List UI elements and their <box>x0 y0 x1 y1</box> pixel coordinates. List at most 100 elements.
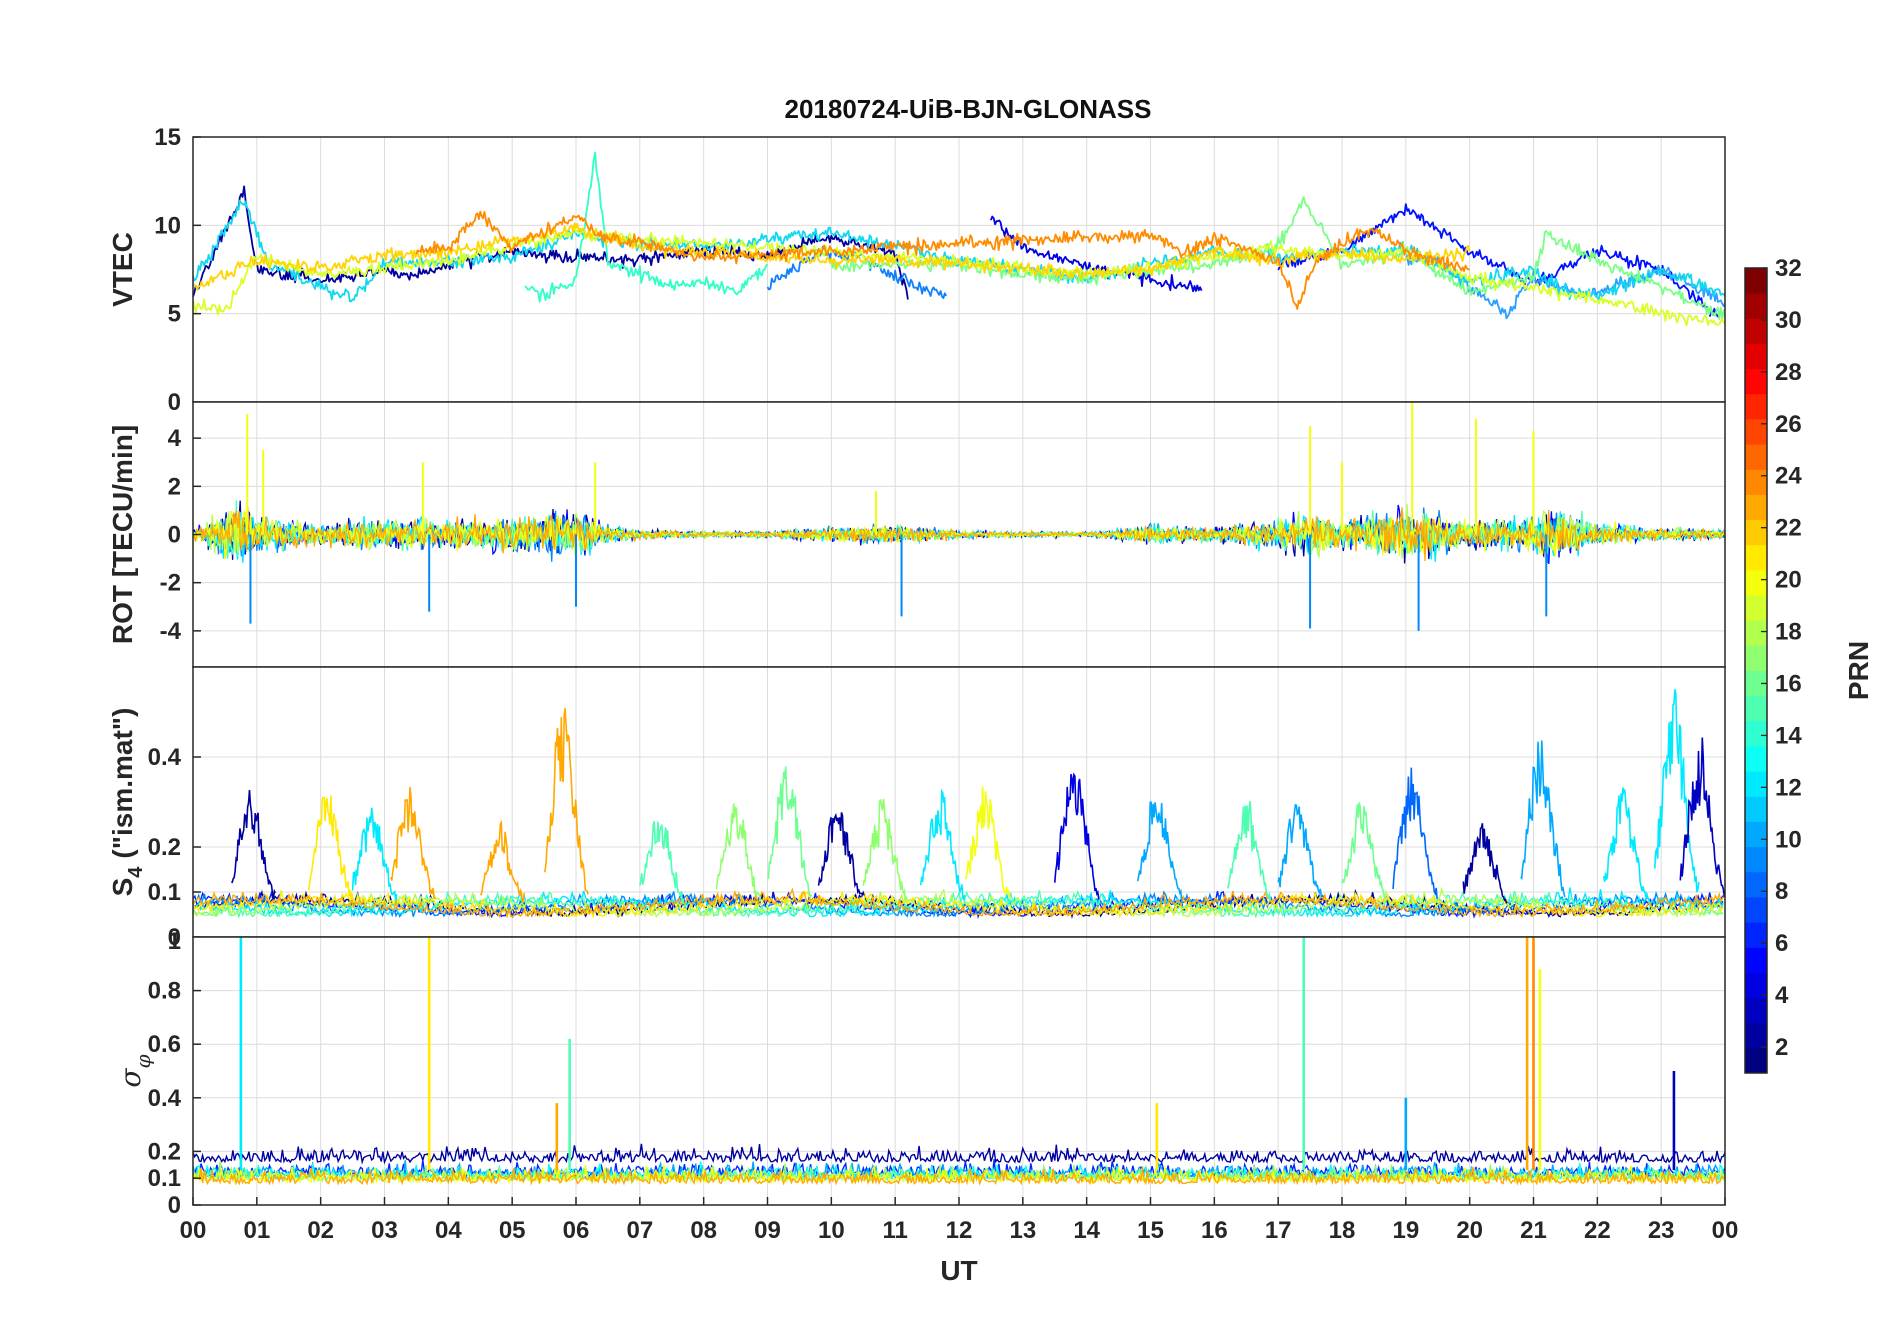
y-tick-label: 0 <box>168 522 181 549</box>
x-tick-label: 22 <box>1584 1217 1611 1244</box>
x-axis-label: UT <box>940 1255 977 1286</box>
chart-title: 20180724-UiB-BJN-GLONASS <box>784 94 1151 124</box>
colorbar-swatch <box>1745 268 1767 294</box>
y-label-main: S <box>107 878 138 897</box>
x-tick-label: 05 <box>499 1217 526 1244</box>
chart-figure: 20180724-UiB-BJN-GLONASS 051015VTEC-4-20… <box>107 94 1874 1286</box>
colorbar-label: PRN <box>1843 641 1874 700</box>
colorbar-tick-label: 6 <box>1775 930 1788 957</box>
y-tick-label: 0.8 <box>148 978 181 1005</box>
colorbar-swatch <box>1745 444 1767 470</box>
x-tick-label: 00 <box>1712 1217 1739 1244</box>
y-tick-label: 2 <box>168 473 181 500</box>
y-tick-label: 0.4 <box>148 1085 182 1112</box>
x-tick-label: 01 <box>243 1217 270 1244</box>
colorbar-swatch <box>1745 871 1767 898</box>
y-tick-label: -2 <box>160 570 181 597</box>
colorbar-swatch <box>1745 821 1767 848</box>
y-axis-label: S4 ("ism.mat") <box>107 708 147 897</box>
colorbar-tick-label: 30 <box>1775 307 1802 334</box>
colorbar-tick-label: 20 <box>1775 567 1802 594</box>
colorbar-swatch <box>1745 846 1767 873</box>
colorbar-tick-label: 26 <box>1775 411 1802 438</box>
x-tick-label: 21 <box>1520 1217 1547 1244</box>
colorbar-tick-label: 16 <box>1775 670 1802 697</box>
colorbar-swatch <box>1745 343 1767 370</box>
colorbar-swatch <box>1745 771 1767 797</box>
colorbar-tick-label: 2 <box>1775 1034 1788 1061</box>
y-tick-label: 0 <box>168 1192 181 1219</box>
colorbar-swatch <box>1745 519 1767 546</box>
y-tick-label: 0.1 <box>148 1165 181 1192</box>
colorbar-swatch <box>1745 494 1767 521</box>
y-tick-label: 15 <box>154 124 181 151</box>
colorbar-tick-label: 4 <box>1775 982 1789 1009</box>
colorbar-swatch <box>1745 1022 1767 1049</box>
x-tick-label: 18 <box>1329 1217 1356 1244</box>
x-tick-label: 04 <box>435 1217 462 1244</box>
x-tick-label: 23 <box>1648 1217 1675 1244</box>
y-tick-label: 0.2 <box>148 1138 181 1165</box>
x-tick-label: 13 <box>1009 1217 1036 1244</box>
colorbar: 2468101214161820222426283032PRN <box>1744 255 1874 1074</box>
colorbar-tick-label: 18 <box>1775 619 1802 646</box>
colorbar-tick-label: 22 <box>1775 515 1802 542</box>
colorbar-swatch <box>1745 544 1767 571</box>
y-tick-label: 4 <box>168 425 182 452</box>
colorbar-tick-label: 24 <box>1775 463 1802 490</box>
y-axis-label: VTEC <box>107 232 138 307</box>
x-tick-label: 07 <box>626 1217 653 1244</box>
x-tick-label: 09 <box>754 1217 781 1244</box>
panel-4: 00.10.2 0.4 0.6 0.8 1 σφ <box>114 928 1726 1219</box>
colorbar-swatch <box>1745 997 1767 1024</box>
x-tick-label: 02 <box>307 1217 334 1244</box>
y-tick-label: -4 <box>160 618 182 645</box>
y-tick-label-top: 1 <box>168 928 181 955</box>
colorbar-swatch <box>1745 393 1767 420</box>
colorbar-swatch <box>1745 318 1767 344</box>
colorbar-swatch <box>1745 595 1767 621</box>
colorbar-swatch <box>1745 469 1767 495</box>
colorbar-swatch <box>1745 293 1767 319</box>
y-label-rest: ("ism.mat") <box>107 708 138 859</box>
x-tick-label: 10 <box>818 1217 845 1244</box>
x-tick-label: 17 <box>1265 1217 1292 1244</box>
colorbar-tick-label: 8 <box>1775 878 1788 905</box>
x-tick-label: 11 <box>882 1217 907 1244</box>
colorbar-swatch <box>1745 418 1767 445</box>
colorbar-swatch <box>1745 947 1767 973</box>
colorbar-swatch <box>1745 745 1767 772</box>
colorbar-tick-label: 28 <box>1775 359 1802 386</box>
panel-2: -4 -2 0 2 4 ROT [TECU/min] <box>107 401 1726 668</box>
colorbar-swatch <box>1745 796 1767 822</box>
y-axis-label: σφ <box>114 1054 155 1087</box>
y-tick-label: 10 <box>154 212 181 239</box>
x-tick-label: 06 <box>563 1217 590 1244</box>
panels: 051015VTEC-4-2024ROT [TECU/min]00.10.20.… <box>107 124 1726 1219</box>
colorbar-swatch <box>1745 645 1767 671</box>
x-tick-label: 20 <box>1456 1217 1483 1244</box>
y-tick-label: 0.1 <box>148 879 181 906</box>
colorbar-tick-label: 10 <box>1775 826 1802 853</box>
x-tick-label: 00 <box>180 1217 207 1244</box>
x-tick-label: 15 <box>1137 1217 1164 1244</box>
y-tick-label: 0.2 <box>148 834 181 861</box>
colorbar-swatch <box>1745 972 1767 999</box>
x-tick-label: 14 <box>1073 1217 1100 1244</box>
y-tick-label: 5 <box>168 301 181 328</box>
x-tick-label: 19 <box>1392 1217 1419 1244</box>
panel-3: 00.10.20.4S4("ism.mat") <box>107 666 1726 951</box>
panel-1: 0 5 10 15 VTEC <box>107 124 1726 416</box>
colorbar-swatch <box>1745 620 1767 646</box>
y-axis-label: ROT [TECU/min] <box>107 425 138 644</box>
colorbar-swatch <box>1745 922 1767 948</box>
x-tick-label: 12 <box>946 1217 973 1244</box>
colorbar-swatch <box>1745 896 1767 923</box>
y-label-main: σ <box>114 1068 147 1088</box>
y-tick-label: 0 <box>168 389 181 416</box>
y-tick-label: 0.6 <box>148 1031 181 1058</box>
x-axis: 00 01 02 03 04 05 06 07 08 09 10 11 12 13 14 15 16 17 18 19… <box>180 1197 1739 1286</box>
y-tick-label: 0.4 <box>148 744 182 771</box>
y-label-sub: φ <box>131 1054 155 1068</box>
colorbar-swatch <box>1745 1047 1767 1074</box>
